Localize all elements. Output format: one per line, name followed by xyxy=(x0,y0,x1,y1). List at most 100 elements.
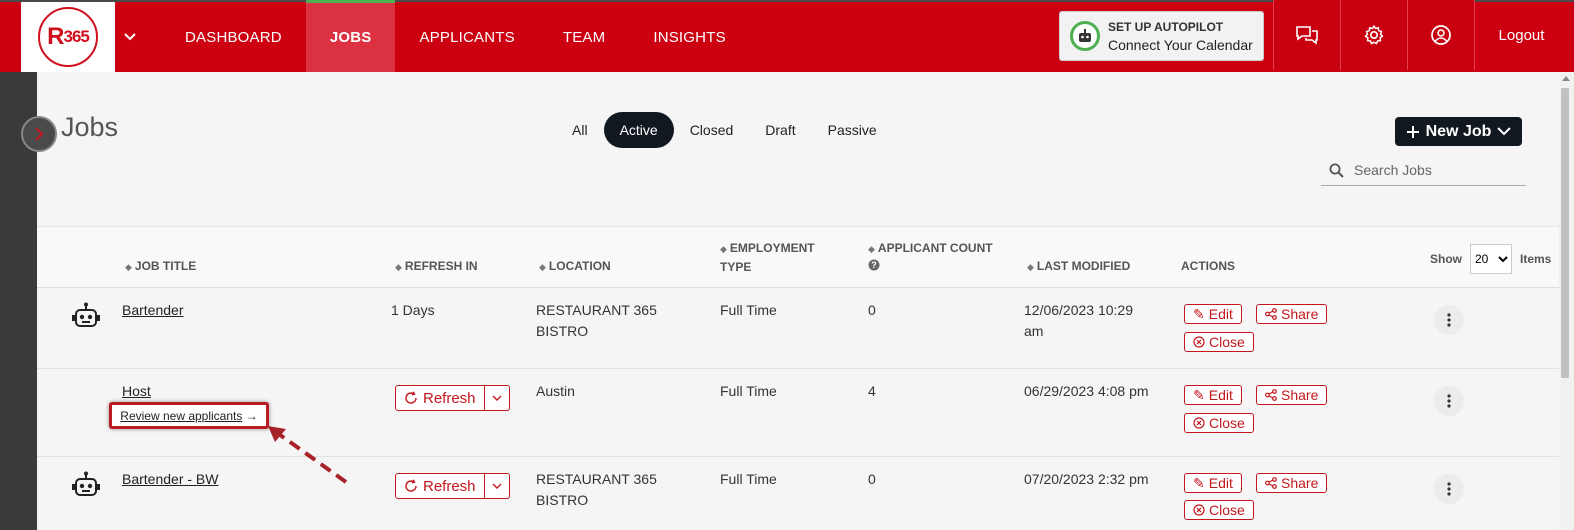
edit-label: Edit xyxy=(1208,306,1233,322)
filter-closed[interactable]: Closed xyxy=(674,112,750,148)
refresh-button[interactable]: Refresh xyxy=(396,474,484,498)
refresh-dropdown[interactable] xyxy=(483,474,509,498)
user-circle-icon xyxy=(1431,25,1451,45)
chevron-down-icon[interactable] xyxy=(115,2,145,72)
kebab-icon xyxy=(1447,482,1451,496)
job-title-link[interactable]: Bartender - BW xyxy=(122,469,218,490)
refresh-dropdown[interactable] xyxy=(483,386,509,410)
col-employment-label-2: TYPE xyxy=(720,260,752,274)
top-right-actions: Logout xyxy=(1273,0,1568,70)
job-title-link[interactable]: Bartender xyxy=(122,300,183,321)
nav-applicants[interactable]: APPLICANTS xyxy=(395,2,538,72)
nav-dashboard[interactable]: DASHBOARD xyxy=(161,2,306,72)
scroll-up-arrow-icon[interactable] xyxy=(1562,76,1570,81)
filter-all[interactable]: All xyxy=(556,112,604,148)
col-job-title[interactable]: ◆ JOB TITLE xyxy=(125,257,196,276)
more-options-button[interactable] xyxy=(1434,305,1464,335)
page-scrollbar[interactable] xyxy=(1559,72,1574,530)
close-circle-icon xyxy=(1193,417,1205,429)
kebab-icon xyxy=(1447,394,1451,408)
autopilot-button[interactable]: SET UP AUTOPILOT Connect Your Calendar xyxy=(1059,11,1264,61)
col-last-modified-label: LAST MODIFIED xyxy=(1036,259,1131,273)
sidebar-expand-button[interactable] xyxy=(21,116,57,152)
employment-value: Full Time xyxy=(720,383,777,399)
refresh-label: Refresh xyxy=(423,477,476,495)
filter-active[interactable]: Active xyxy=(603,112,674,148)
location-line: RESTAURANT 365 xyxy=(536,471,657,487)
close-button[interactable]: Close xyxy=(1184,332,1254,352)
new-job-label: New Job xyxy=(1425,122,1492,140)
chat-button[interactable] xyxy=(1273,0,1340,70)
col-location[interactable]: ◆ LOCATION xyxy=(539,257,611,276)
applicant-count-value: 0 xyxy=(868,302,876,318)
chevron-down-icon xyxy=(492,395,502,401)
sort-icon: ◆ xyxy=(720,244,727,254)
applicant-count-value: 4 xyxy=(868,383,876,399)
col-actions: ACTIONS xyxy=(1181,259,1235,273)
svg-text:?: ? xyxy=(871,260,877,270)
logout-button[interactable]: Logout xyxy=(1474,0,1568,70)
location-value: Austin xyxy=(536,383,575,399)
new-job-button[interactable]: New Job xyxy=(1395,117,1522,146)
edit-button[interactable]: ✎ Edit xyxy=(1184,473,1242,493)
sort-icon: ◆ xyxy=(868,244,875,254)
sort-icon: ◆ xyxy=(1027,262,1034,272)
col-refresh-in[interactable]: ◆ REFRESH IN xyxy=(395,257,478,276)
share-button[interactable]: Share xyxy=(1256,385,1328,405)
logo-letter: R xyxy=(47,23,64,50)
refresh-icon xyxy=(405,479,417,492)
modified-line: am xyxy=(1024,323,1044,339)
nav-team[interactable]: TEAM xyxy=(539,2,629,72)
share-button[interactable]: Share xyxy=(1256,473,1328,493)
review-new-applicants-link[interactable]: Review new applicants → xyxy=(109,402,269,429)
col-applicant-count[interactable]: ◆ APPLICANT COUNT ? xyxy=(868,239,993,276)
page-size-control: Show 10 20 50 Items xyxy=(1430,244,1551,274)
refresh-in-value: 1 Days xyxy=(391,302,435,318)
autopilot-title: SET UP AUTOPILOT xyxy=(1108,19,1224,34)
settings-button[interactable] xyxy=(1340,0,1407,70)
edit-button[interactable]: ✎ Edit xyxy=(1184,385,1242,405)
share-label: Share xyxy=(1281,306,1319,322)
col-location-label: LOCATION xyxy=(548,259,611,273)
filter-passive[interactable]: Passive xyxy=(812,112,893,148)
more-options-button[interactable] xyxy=(1434,474,1464,504)
pencil-icon: ✎ xyxy=(1193,386,1205,403)
review-label: Review new applicants xyxy=(120,408,243,423)
close-button[interactable]: Close xyxy=(1184,500,1254,520)
more-options-button[interactable] xyxy=(1434,386,1464,416)
search-input[interactable] xyxy=(1354,162,1514,178)
table-row: Bartender 1 Days RESTAURANT 365 BISTRO F… xyxy=(37,289,1559,369)
share-icon xyxy=(1265,308,1277,320)
show-label: Show xyxy=(1430,252,1462,266)
nav-insights[interactable]: INSIGHTS xyxy=(629,2,749,72)
refresh-label: Refresh xyxy=(423,389,476,407)
employment-value: Full Time xyxy=(720,471,777,487)
table-row: Host Review new applicants → Refresh Aus… xyxy=(37,370,1559,457)
col-last-modified[interactable]: ◆ LAST MODIFIED xyxy=(1027,257,1130,276)
scrollbar-thumb[interactable] xyxy=(1561,88,1569,378)
job-status-filters: All Active Closed Draft Passive xyxy=(556,112,893,148)
job-title-link[interactable]: Host xyxy=(122,381,151,402)
gear-icon xyxy=(1364,25,1384,45)
filter-draft[interactable]: Draft xyxy=(749,112,811,148)
r365-logo[interactable]: R 365 xyxy=(21,2,115,72)
profile-button[interactable] xyxy=(1407,0,1474,70)
location-value: RESTAURANT 365 BISTRO xyxy=(536,300,657,342)
close-button[interactable]: Close xyxy=(1184,413,1254,433)
close-label: Close xyxy=(1209,334,1245,350)
kebab-icon xyxy=(1447,313,1451,327)
refresh-button[interactable]: Refresh xyxy=(396,386,484,410)
help-icon[interactable]: ? xyxy=(868,258,993,276)
col-refresh-in-label: REFRESH IN xyxy=(404,259,478,273)
share-button[interactable]: Share xyxy=(1256,304,1328,324)
page-size-select[interactable]: 10 20 50 xyxy=(1470,244,1512,274)
nav-jobs[interactable]: JOBS xyxy=(305,0,396,72)
last-modified-value: 06/29/2023 4:08 pm xyxy=(1024,383,1149,399)
robot-icon xyxy=(72,471,100,503)
col-employment-type[interactable]: ◆ EMPLOYMENT TYPE xyxy=(720,239,815,276)
sort-icon: ◆ xyxy=(125,262,132,272)
logo-mark: R 365 xyxy=(38,7,98,67)
pencil-icon: ✎ xyxy=(1193,305,1205,322)
edit-button[interactable]: ✎ Edit xyxy=(1184,304,1242,324)
sort-icon: ◆ xyxy=(539,262,546,272)
